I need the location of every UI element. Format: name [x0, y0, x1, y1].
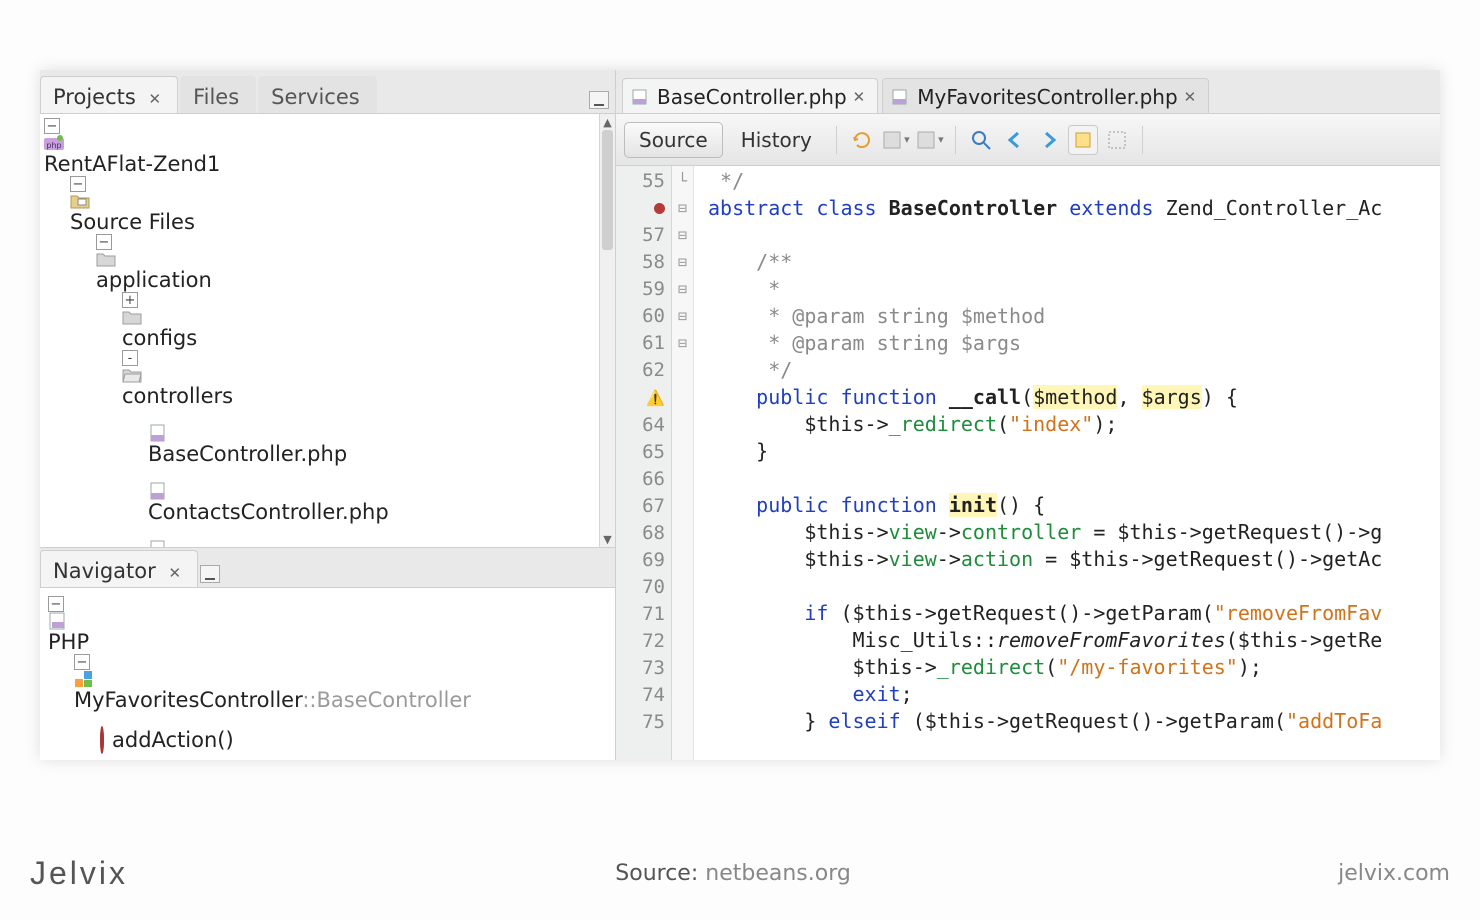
minimize-icon[interactable] — [200, 565, 220, 583]
project-tree: − php RentAFlat-Zend1 − Source Files — [40, 114, 615, 547]
site-url: jelvix.com — [1338, 861, 1450, 886]
node-icon — [148, 540, 168, 547]
minimize-icon[interactable] — [589, 91, 609, 109]
scroll-up-icon[interactable]: ▲ — [600, 114, 615, 130]
collapse-icon[interactable]: − — [48, 596, 64, 612]
tree-root[interactable]: − php RentAFlat-Zend1 — [44, 118, 599, 176]
php-file-icon — [891, 89, 909, 105]
prev-match-icon[interactable] — [1000, 125, 1030, 155]
separator — [836, 126, 837, 154]
toggle-icon[interactable] — [148, 408, 164, 424]
code-area[interactable]: */abstract class BaseController extends … — [694, 166, 1440, 760]
collapse-icon[interactable]: − — [70, 176, 86, 192]
search-icon[interactable] — [966, 125, 996, 155]
tab-projects[interactable]: Projects ✕ — [40, 76, 178, 113]
separator — [955, 126, 956, 154]
editor-tabs: BaseController.php ✕MyFavoritesControlle… — [616, 70, 1440, 114]
node-icon — [122, 366, 142, 384]
back-icon[interactable]: ▾ — [881, 125, 911, 155]
tree-file[interactable]: ErrorController.php — [148, 524, 599, 547]
next-match-icon[interactable] — [1034, 125, 1064, 155]
method-icon — [100, 726, 104, 754]
nav-label: PHP — [48, 630, 89, 654]
select-icon[interactable] — [1102, 125, 1132, 155]
collapse-icon[interactable]: − — [96, 234, 112, 250]
tab-label: MyFavoritesController.php — [917, 85, 1177, 109]
tab-label: BaseController.php — [657, 85, 847, 109]
tab-services[interactable]: Services — [258, 76, 377, 113]
scroll-thumb[interactable] — [602, 130, 613, 250]
php-file-icon — [48, 612, 68, 630]
left-column: Projects ✕ Files Services − php RentAFla… — [40, 70, 616, 760]
image-footer: Jelvix Source: netbeans.org jelvix.com — [30, 855, 1450, 892]
toggle-icon[interactable]: + — [122, 292, 138, 308]
php-project-icon: php — [44, 134, 64, 152]
source-attribution: Source: netbeans.org — [615, 861, 851, 886]
editor-toolbar: Source History ▾ ▾ — [616, 114, 1440, 166]
close-icon[interactable]: ✕ — [168, 564, 181, 582]
nav-label: MyFavoritesController::BaseController — [74, 688, 471, 712]
nav-class[interactable]: − MyFavoritesController::BaseController — [74, 654, 615, 712]
folder-source-icon — [70, 192, 90, 210]
panel-tabs: Projects ✕ Files Services — [40, 70, 615, 114]
node-icon — [122, 308, 142, 326]
tree-label: application — [96, 268, 212, 292]
forward-icon[interactable]: ▾ — [915, 125, 945, 155]
toggle-icon[interactable] — [148, 524, 164, 540]
toggle-icon[interactable]: - — [122, 350, 138, 366]
separator — [1142, 126, 1143, 154]
tree-label: controllers — [122, 384, 233, 408]
highlight-icon[interactable] — [1068, 125, 1098, 155]
editor-column: BaseController.php ✕MyFavoritesControlle… — [616, 70, 1440, 760]
svg-text:php: php — [46, 141, 61, 150]
tree-source-files[interactable]: − Source Files — [70, 176, 599, 234]
source-button[interactable]: Source — [624, 122, 723, 158]
tree-application[interactable]: − application — [96, 234, 599, 292]
tree-label: ContactsController.php — [148, 500, 389, 524]
tree-folder-controllers[interactable]: - controllers — [122, 350, 599, 408]
nav-label: addAction() — [112, 728, 234, 752]
toggle-icon[interactable] — [148, 466, 164, 482]
refresh-icon[interactable] — [847, 125, 877, 155]
tree-label: RentAFlat-Zend1 — [44, 152, 220, 176]
close-icon[interactable]: ✕ — [853, 88, 866, 106]
brand-logo: Jelvix — [30, 855, 128, 892]
collapse-icon[interactable]: − — [74, 654, 90, 670]
class-icon — [74, 670, 94, 688]
tree-folder-configs[interactable]: + configs — [122, 292, 599, 350]
folder-icon — [96, 250, 116, 268]
node-icon — [148, 482, 168, 500]
editor-tab[interactable]: MyFavoritesController.php ✕ — [882, 78, 1209, 113]
fold-gutter[interactable]: └ ⊟ ⊟ ⊟ ⊟ ⊟ ⊟ — [672, 166, 694, 760]
tab-label: Projects — [53, 85, 136, 109]
close-icon[interactable]: ✕ — [148, 90, 161, 108]
scroll-down-icon[interactable]: ▼ — [600, 531, 615, 547]
tree-label: BaseController.php — [148, 442, 347, 466]
navigator-pane: Navigator ✕ − PHP — [40, 547, 615, 760]
node-icon — [148, 424, 168, 442]
nav-root[interactable]: − PHP — [48, 596, 615, 654]
tree-label: configs — [122, 326, 197, 350]
tab-files[interactable]: Files — [180, 76, 256, 113]
tab-navigator[interactable]: Navigator ✕ — [40, 550, 198, 587]
tree-file[interactable]: BaseController.php — [148, 408, 599, 466]
line-gutter: 55575859606162⚠️646566676869707172737475 — [616, 166, 672, 760]
history-button[interactable]: History — [727, 122, 826, 158]
tree-file[interactable]: ContactsController.php — [148, 466, 599, 524]
tab-label: Navigator — [53, 559, 156, 583]
nav-method[interactable]: addAction() — [100, 712, 615, 752]
scrollbar[interactable]: ▲ ▼ — [599, 114, 615, 547]
editor-body: 55575859606162⚠️646566676869707172737475… — [616, 166, 1440, 760]
collapse-icon[interactable]: − — [44, 118, 60, 134]
editor-tab[interactable]: BaseController.php ✕ — [622, 78, 878, 113]
ide-frame: Projects ✕ Files Services − php RentAFla… — [40, 70, 1440, 760]
tree-label: Source Files — [70, 210, 195, 234]
close-icon[interactable]: ✕ — [1184, 88, 1197, 106]
php-file-icon — [631, 89, 649, 105]
